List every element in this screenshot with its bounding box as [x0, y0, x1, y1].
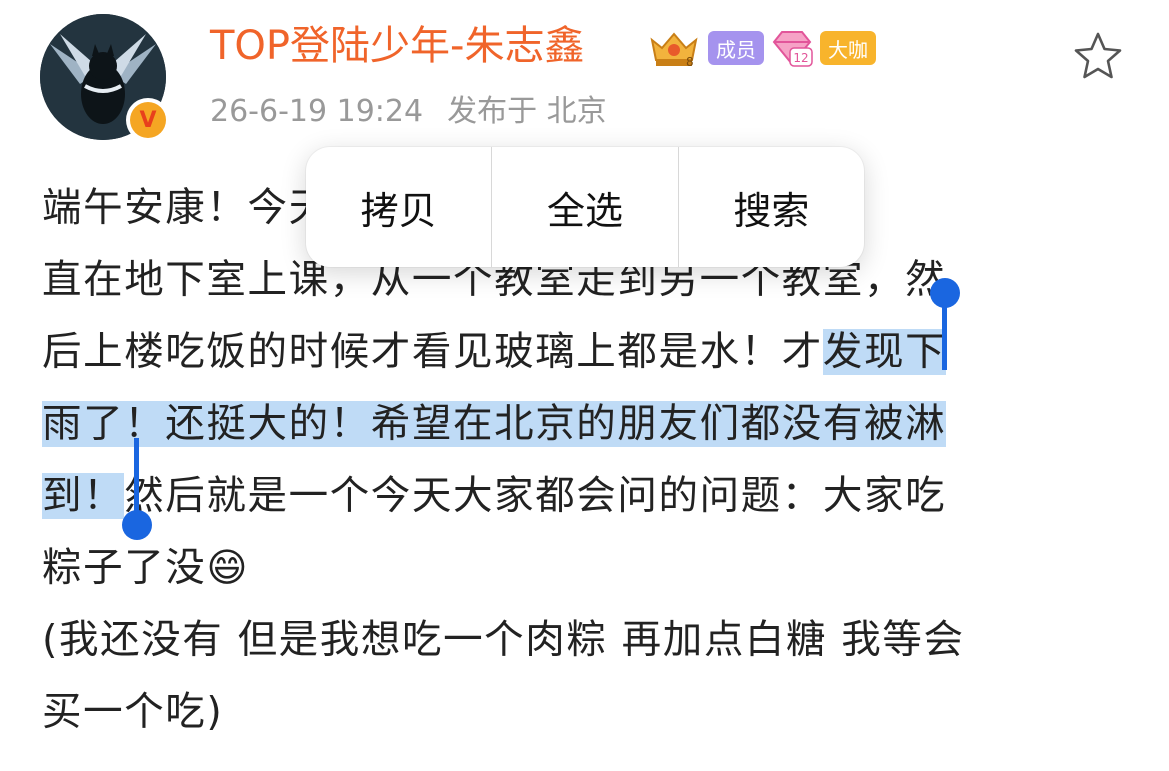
selection-end-handle[interactable] [122, 510, 152, 540]
menu-search[interactable]: 搜索 [679, 147, 864, 267]
post-location: 发布于 北京 [447, 94, 607, 129]
menu-select-all[interactable]: 全选 [492, 147, 677, 267]
post-line: 雨了！还挺大的！希望在北京的朋友们都没有被淋 [42, 388, 1142, 460]
post-line: (我还没有 但是我想吃一个肉粽 再加点白糖 我等会 [42, 617, 965, 663]
svg-text:8: 8 [686, 55, 694, 69]
svg-text:12: 12 [793, 51, 808, 65]
selected-text: 发现下 [822, 329, 947, 375]
verified-badge: V [126, 98, 170, 142]
crown-level-icon[interactable]: 8 [646, 26, 702, 70]
text-selection-menu: 拷贝 全选 搜索 [306, 147, 864, 267]
post-timestamp: 26-6-19 19:24 [210, 94, 424, 129]
post-line: 买一个吃) [42, 689, 224, 735]
daka-badge[interactable]: 大咖 [820, 31, 876, 65]
post-meta: 26-6-19 19:24 发布于 北京 [210, 88, 607, 136]
badge-row: 8 成员 12 大咖 [646, 26, 876, 70]
gem-level-icon[interactable]: 12 [770, 28, 814, 68]
member-badge[interactable]: 成员 [708, 31, 764, 65]
post-text: 后上楼吃饭的时候才看见玻璃上都是水！才 [42, 329, 823, 375]
verified-v-icon: V [130, 102, 166, 138]
selection-end-caret [134, 438, 139, 514]
smile-emoji-icon: 😄 [206, 545, 250, 591]
menu-copy[interactable]: 拷贝 [306, 147, 491, 267]
post-line: 到！然后就是一个今天大家都会问的问题：大家吃 [42, 460, 1142, 532]
post-line: 后上楼吃饭的时候才看见玻璃上都是水！才发现下 [42, 316, 1142, 388]
post-line: 粽子了没😄 [42, 532, 1142, 604]
username[interactable]: TOP登陆少年-朱志鑫 [210, 18, 584, 74]
star-outline-icon[interactable] [1070, 28, 1126, 84]
selected-text: 到！ [42, 473, 125, 519]
post-text: 粽子了没 [42, 545, 207, 591]
post-text: 然后就是一个今天大家都会问的问题：大家吃 [124, 473, 947, 519]
selected-text: 雨了！还挺大的！希望在北京的朋友们都没有被淋 [42, 401, 947, 447]
selection-start-caret [942, 294, 947, 370]
